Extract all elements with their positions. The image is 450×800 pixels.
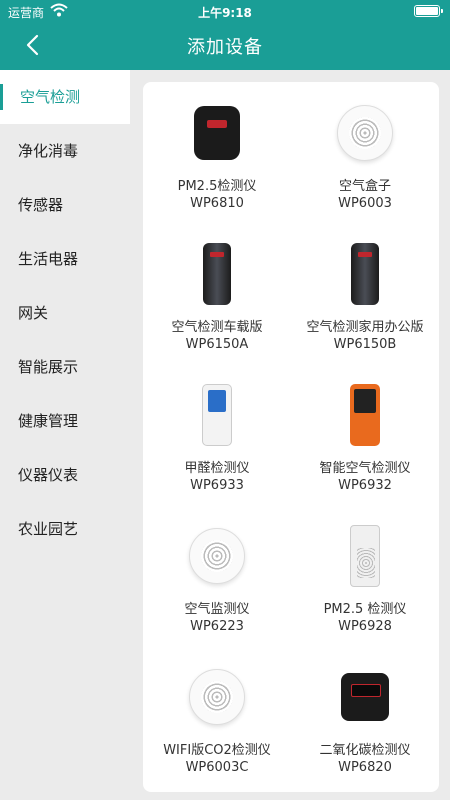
device-name: 空气检测车载版 xyxy=(171,320,263,335)
smart-air-detector-icon xyxy=(350,384,380,446)
co2-detector-icon xyxy=(341,673,389,721)
device-card[interactable]: 二氧化碳检测仪 WP6820 xyxy=(291,646,439,787)
device-model: WP6150A xyxy=(185,337,249,352)
device-card[interactable]: 空气监测仪 WP6223 xyxy=(143,505,291,646)
device-model: WP6810 xyxy=(190,196,244,211)
wifi-co2-detector-icon xyxy=(189,669,245,725)
page-title: 添加设备 xyxy=(187,37,263,58)
device-name: PM2.5检测仪 xyxy=(177,179,257,194)
device-card[interactable]: 空气检测车载版 WP6150A xyxy=(143,223,291,364)
device-panel: PM2.5检测仪 WP6810 空气盒子 WP6003 空气检测车载版 WP61… xyxy=(143,82,439,792)
device-model: WP6820 xyxy=(338,760,392,775)
clock: 上午9:18 xyxy=(198,6,252,20)
home-air-detector-icon xyxy=(351,243,379,305)
device-card[interactable]: WIFI版CO2检测仪 WP6003C xyxy=(143,646,291,787)
device-grid: PM2.5检测仪 WP6810 空气盒子 WP6003 空气检测车载版 WP61… xyxy=(143,82,439,787)
device-name: 空气检测家用办公版 xyxy=(306,320,424,335)
sidebar-item-sensors[interactable]: 传感器 xyxy=(0,178,130,232)
device-name: 智能空气检测仪 xyxy=(319,461,411,476)
device-model: WP6928 xyxy=(338,619,392,634)
sidebar-item-smart-display[interactable]: 智能展示 xyxy=(0,340,130,394)
device-model: WP6003C xyxy=(185,760,249,775)
device-name: 甲醛检测仪 xyxy=(184,461,250,476)
sidebar-item-agriculture[interactable]: 农业园艺 xyxy=(0,502,130,556)
category-sidebar: 空气检测 净化消毒 传感器 生活电器 网关 智能展示 健康管理 仪器仪表 农业园… xyxy=(0,70,130,800)
sidebar-item-purification[interactable]: 净化消毒 xyxy=(0,124,130,178)
battery-icon xyxy=(414,5,443,17)
sidebar-item-gateway[interactable]: 网关 xyxy=(0,286,130,340)
device-model: WP6223 xyxy=(190,619,244,634)
sidebar-item-air-detection[interactable]: 空气检测 xyxy=(0,70,130,124)
sidebar-item-health[interactable]: 健康管理 xyxy=(0,394,130,448)
formaldehyde-detector-icon xyxy=(202,384,232,446)
car-air-detector-icon xyxy=(203,243,231,305)
device-model: WP6003 xyxy=(338,196,392,211)
header: 运营商 上午9:18 添加设备 xyxy=(0,0,450,70)
device-card[interactable]: 甲醛检测仪 WP6933 xyxy=(143,364,291,505)
device-card[interactable]: 空气检测家用办公版 WP6150B xyxy=(291,223,439,364)
device-name: WIFI版CO2检测仪 xyxy=(163,743,271,758)
device-model: WP6150B xyxy=(333,337,397,352)
pm25-detector-icon xyxy=(194,106,240,160)
pm25-monitor-icon xyxy=(350,525,380,587)
device-model: WP6932 xyxy=(338,478,392,493)
device-card[interactable]: PM2.5 检测仪 WP6928 xyxy=(291,505,439,646)
device-card[interactable]: 空气盒子 WP6003 xyxy=(291,82,439,223)
device-card[interactable]: 智能空气检测仪 WP6932 xyxy=(291,364,439,505)
device-card[interactable]: PM2.5检测仪 WP6810 xyxy=(143,82,291,223)
device-name: PM2.5 检测仪 xyxy=(323,602,407,617)
status-bar: 运营商 上午9:18 xyxy=(0,0,450,22)
sidebar-item-appliances[interactable]: 生活电器 xyxy=(0,232,130,286)
device-model: WP6933 xyxy=(190,478,244,493)
device-name: 空气监测仪 xyxy=(184,602,250,617)
air-box-icon xyxy=(337,105,393,161)
device-name: 空气盒子 xyxy=(338,179,391,194)
sidebar-item-instruments[interactable]: 仪器仪表 xyxy=(0,448,130,502)
device-name: 二氧化碳检测仪 xyxy=(319,743,411,758)
air-monitor-icon xyxy=(189,528,245,584)
